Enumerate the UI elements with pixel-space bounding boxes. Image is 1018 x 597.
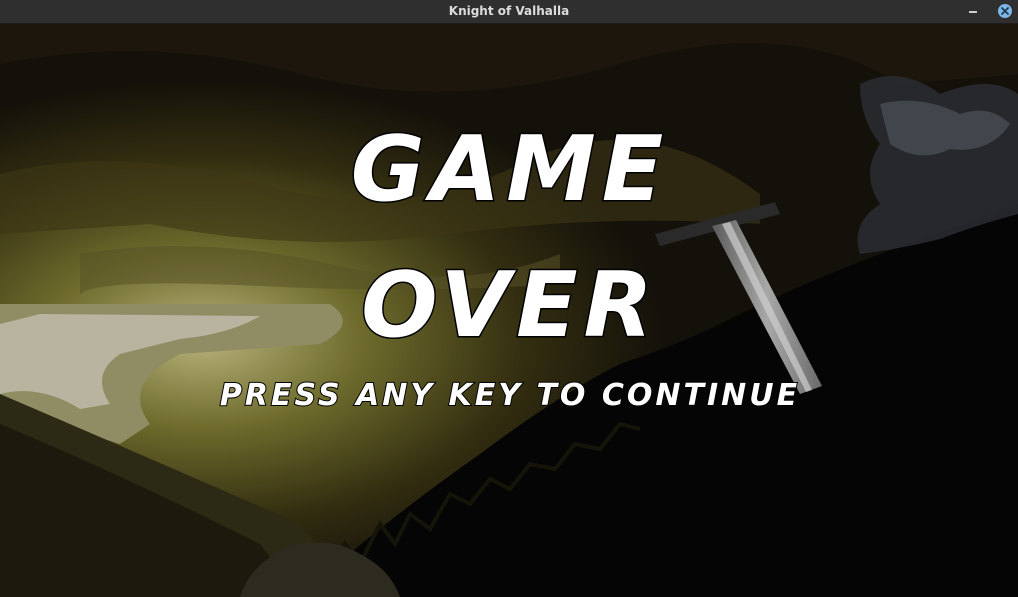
minimize-icon: [969, 11, 977, 13]
game-over-overlay: GAME OVER PRESS ANY KEY TO CONTINUE: [219, 116, 800, 415]
close-icon: [1001, 7, 1009, 15]
game-scene[interactable]: GAME OVER PRESS ANY KEY TO CONTINUE: [0, 24, 1018, 597]
continue-prompt: PRESS ANY KEY TO CONTINUE: [220, 378, 800, 413]
window-titlebar[interactable]: Knight of Valhalla: [0, 0, 1018, 24]
game-over-title-line1: GAME: [351, 117, 670, 222]
game-window: Knight of Valhalla GAME OVER PRESS ANY K…: [0, 0, 1018, 597]
minimize-button[interactable]: [966, 3, 980, 19]
close-button[interactable]: [998, 4, 1012, 18]
window-title: Knight of Valhalla: [448, 4, 570, 18]
game-over-title-line2: OVER: [361, 253, 659, 358]
